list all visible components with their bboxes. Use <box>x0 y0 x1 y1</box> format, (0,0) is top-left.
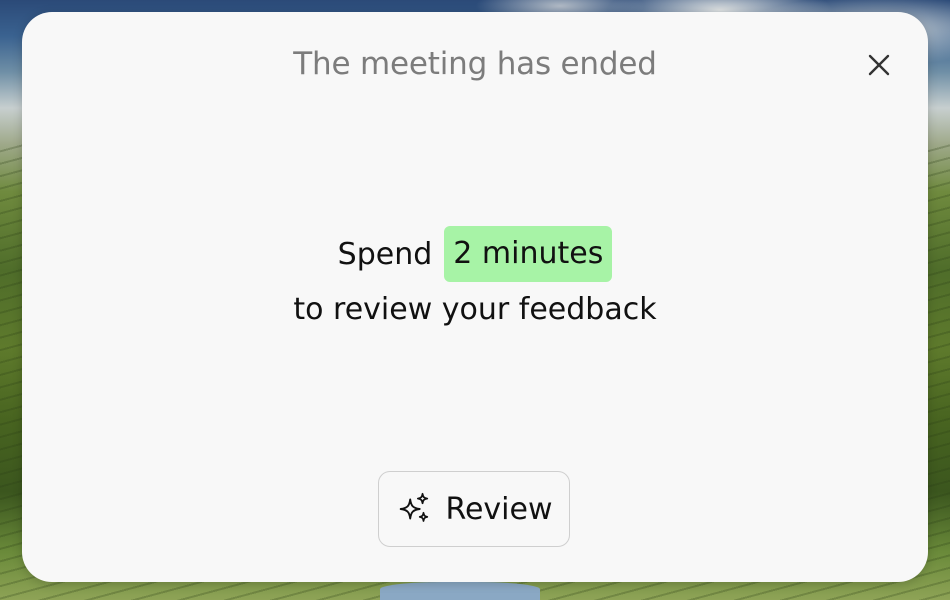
message-line-2: to review your feedback <box>293 292 657 327</box>
duration-highlight: 2 minutes <box>444 226 613 282</box>
dialog-title: The meeting has ended <box>293 46 657 82</box>
message-prefix: Spend <box>337 236 433 272</box>
review-button[interactable]: Review <box>378 471 570 547</box>
meeting-ended-dialog: The meeting has ended Spend 2 minutes to… <box>22 12 928 582</box>
review-button-label: Review <box>445 491 553 527</box>
message-line-1: Spend 2 minutes <box>22 226 928 282</box>
close-icon <box>868 54 890 76</box>
sparkles-icon <box>400 492 429 522</box>
close-button[interactable] <box>866 52 892 78</box>
wallpaper-lake <box>380 582 540 600</box>
review-prompt-message: Spend 2 minutes to review your feedback <box>22 226 928 336</box>
